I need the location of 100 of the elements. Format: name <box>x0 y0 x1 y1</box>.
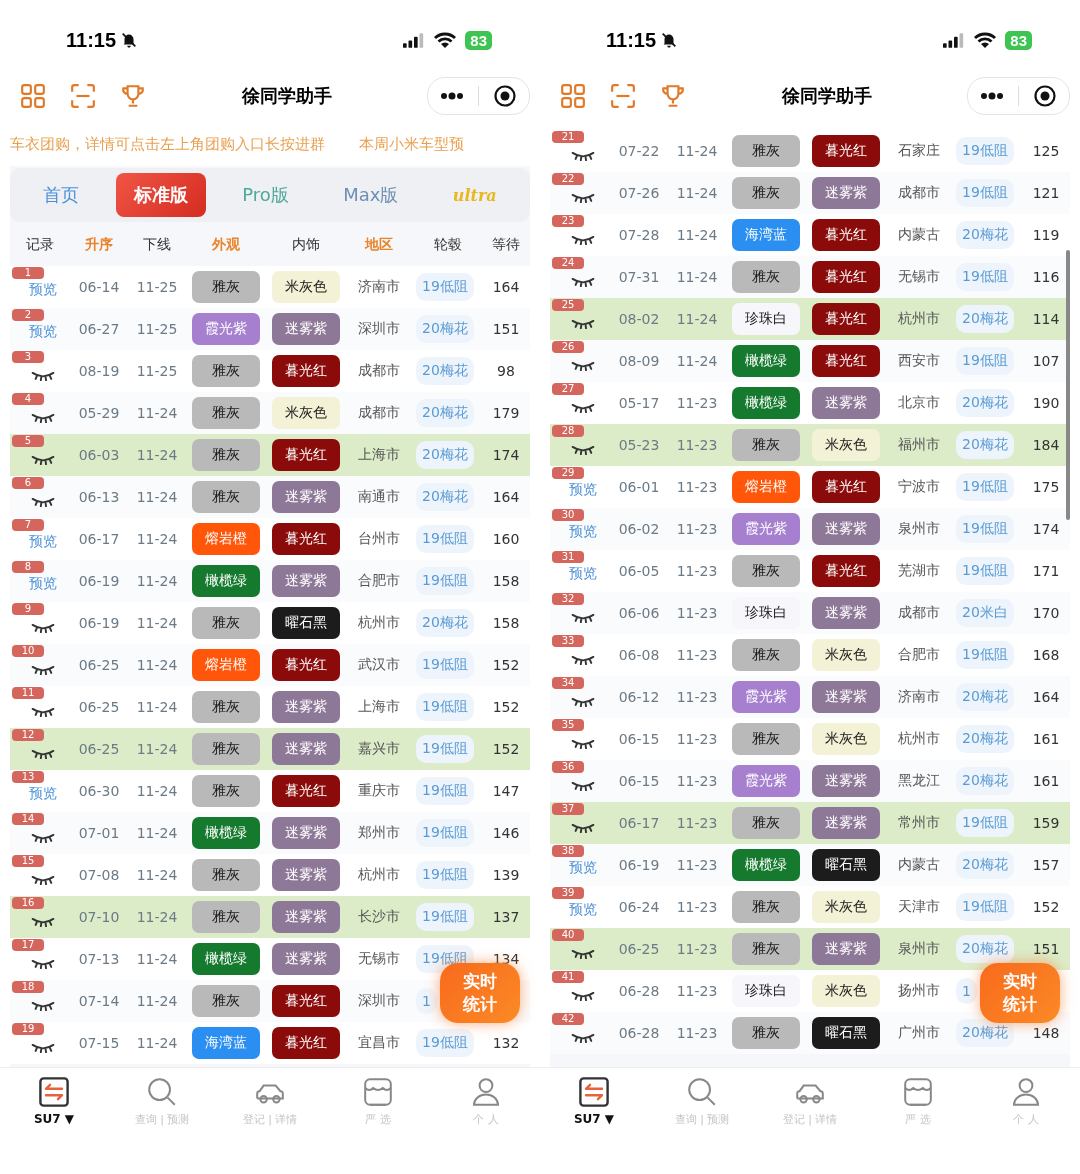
table-row[interactable]: 40 06-25 11-23 雅灰 迷雾紫 泉州市 20梅花 151 <box>550 928 1070 970</box>
closed-eye-icon[interactable] <box>30 958 56 969</box>
color-tag: 熔岩橙 <box>192 523 260 555</box>
table-row[interactable]: 35 06-15 11-23 雅灰 米灰色 杭州市 20梅花 161 <box>550 718 1070 760</box>
row-number: 8 <box>12 561 44 573</box>
color-tag: 暮光红 <box>272 523 340 555</box>
closed-eye-icon[interactable] <box>30 454 56 465</box>
table-row[interactable]: 37 06-17 11-23 雅灰 迷雾紫 常州市 19低阻 159 <box>550 802 1070 844</box>
table-row[interactable]: 15 07-08 11-24 雅灰 迷雾紫 杭州市 19低阻 139 <box>10 854 530 896</box>
table-row[interactable]: 3 08-19 11-25 雅灰 暮光红 成都市 20梅花 98 <box>10 350 530 392</box>
table-row[interactable]: 10 06-25 11-24 熔岩橙 暮光红 武汉市 19低阻 152 <box>10 644 530 686</box>
closed-eye-icon[interactable] <box>570 780 596 791</box>
closed-eye-icon[interactable] <box>30 1000 56 1011</box>
nav-item[interactable]: SU7 ▼ <box>540 1068 648 1174</box>
table-row[interactable]: 5 06-03 11-24 雅灰 暮光红 上海市 20梅花 174 <box>10 434 530 476</box>
table-cell-text: 11-24 <box>135 573 179 589</box>
closed-eye-icon[interactable] <box>570 150 596 161</box>
color-tag: 雅灰 <box>192 775 260 807</box>
more-icon[interactable] <box>440 92 464 100</box>
preview-link[interactable]: 预览 <box>29 785 57 803</box>
closed-eye-icon[interactable] <box>570 318 596 329</box>
preview-link[interactable]: 预览 <box>29 281 57 299</box>
column-header: 下线 <box>142 236 172 254</box>
closed-eye-icon[interactable] <box>30 664 56 675</box>
table-row[interactable]: 14 07-01 11-24 橄榄绿 迷雾紫 郑州市 19低阻 146 <box>10 812 530 854</box>
scan-icon[interactable] <box>610 83 636 109</box>
row-number: 3 <box>12 351 44 363</box>
table-row[interactable]: 7 预览 06-17 11-24 熔岩橙 暮光红 台州市 19低阻 160 <box>10 518 530 560</box>
table-cell-text: 06-28 <box>617 983 661 999</box>
closed-eye-icon[interactable] <box>30 706 56 717</box>
table-row[interactable]: 22 07-26 11-24 雅灰 迷雾紫 成都市 19低阻 121 <box>550 172 1070 214</box>
closed-eye-icon[interactable] <box>30 622 56 633</box>
grid-icon[interactable] <box>20 83 46 109</box>
closed-eye-icon[interactable] <box>30 874 56 885</box>
closed-eye-icon[interactable] <box>30 748 56 759</box>
table-row[interactable]: 23 07-28 11-24 海湾蓝 暮光红 内蒙古 20梅花 119 <box>550 214 1070 256</box>
table-row[interactable]: 32 06-06 11-23 珍珠白 迷雾紫 成都市 20米白 170 <box>550 592 1070 634</box>
trophy-icon[interactable] <box>660 83 686 109</box>
closed-eye-icon[interactable] <box>30 832 56 843</box>
closed-eye-icon[interactable] <box>570 402 596 413</box>
table-cell-text: 11-24 <box>135 825 179 841</box>
table-row[interactable]: 1 预览 06-14 11-25 雅灰 米灰色 济南市 19低阻 164 <box>10 266 530 308</box>
table-row[interactable]: 21 07-22 11-24 雅灰 暮光红 石家庄 19低阻 125 <box>550 130 1070 172</box>
scan-icon[interactable] <box>70 83 96 109</box>
wheel-tag: 19低阻 <box>956 473 1014 501</box>
table-cell-text: 11-24 <box>135 867 179 883</box>
table-cell-text: 重庆市 <box>357 782 401 800</box>
table-row[interactable]: 12 06-25 11-24 雅灰 迷雾紫 嘉兴市 19低阻 152 <box>10 728 530 770</box>
nav-item[interactable]: SU7 ▼ <box>0 1068 108 1174</box>
table-cell-text: 11-23 <box>675 731 719 747</box>
closed-eye-icon[interactable] <box>30 370 56 381</box>
table-cell-text: 132 <box>491 1035 521 1051</box>
closed-eye-icon[interactable] <box>570 696 596 707</box>
table-row[interactable]: 2 预览 06-27 11-25 霞光紫 迷雾紫 深圳市 20梅花 151 <box>10 308 530 350</box>
table-row[interactable]: 11 06-25 11-24 雅灰 迷雾紫 上海市 19低阻 152 <box>10 686 530 728</box>
color-tag: 熔岩橙 <box>732 471 800 503</box>
table-row[interactable]: 13 预览 06-30 11-24 雅灰 暮光红 重庆市 19低阻 147 <box>10 770 530 812</box>
trophy-icon[interactable] <box>120 83 146 109</box>
closed-eye-icon[interactable] <box>570 234 596 245</box>
table-cell-text: 08-09 <box>617 353 661 369</box>
table-cell-text: 11-23 <box>675 479 719 495</box>
table-row[interactable]: 42 06-28 11-23 雅灰 曜石黑 广州市 20梅花 148 <box>550 1012 1070 1054</box>
closed-eye-icon[interactable] <box>570 990 596 1001</box>
closed-eye-icon[interactable] <box>570 1032 596 1043</box>
closed-eye-icon[interactable] <box>570 612 596 623</box>
row-number: 22 <box>552 173 584 185</box>
preview-link[interactable]: 预览 <box>569 481 597 499</box>
closed-eye-icon[interactable] <box>30 496 56 507</box>
closed-eye-icon[interactable] <box>30 916 56 927</box>
tab[interactable]: 标准版 <box>115 173 206 217</box>
closed-eye-icon[interactable] <box>570 822 596 833</box>
table-row[interactable]: 34 06-12 11-23 霞光紫 迷雾紫 济南市 20梅花 164 <box>550 676 1070 718</box>
preview-link[interactable]: 预览 <box>29 533 57 551</box>
closed-eye-icon[interactable] <box>570 360 596 371</box>
closed-eye-icon[interactable] <box>570 654 596 665</box>
table-row[interactable]: 6 06-13 11-24 雅灰 迷雾紫 南通市 20梅花 164 <box>10 476 530 518</box>
table-row[interactable]: 4 05-29 11-24 雅灰 米灰色 成都市 20梅花 179 <box>10 392 530 434</box>
table-row[interactable]: 19 07-15 11-24 海湾蓝 暮光红 宜昌市 19低阻 132 <box>10 1022 530 1064</box>
grid-icon[interactable] <box>560 83 586 109</box>
closed-eye-icon[interactable] <box>570 444 596 455</box>
table-cell-text: 152 <box>1031 899 1061 915</box>
table-row[interactable]: 8 预览 06-19 11-24 橄榄绿 迷雾紫 合肥市 19低阻 158 <box>10 560 530 602</box>
table-row[interactable]: 33 06-08 11-23 雅灰 米灰色 合肥市 19低阻 168 <box>550 634 1070 676</box>
table-row[interactable]: 9 06-19 11-24 雅灰 曜石黑 杭州市 20梅花 158 <box>10 602 530 644</box>
closed-eye-icon[interactable] <box>30 1042 56 1053</box>
table-row[interactable]: 30 预览 06-02 11-23 霞光紫 迷雾紫 泉州市 19低阻 174 <box>550 508 1070 550</box>
closed-eye-icon[interactable] <box>570 276 596 287</box>
table-row[interactable]: 31 预览 06-05 11-23 雅灰 暮光红 芜湖市 19低阻 171 <box>550 550 1070 592</box>
more-icon[interactable] <box>980 92 1004 100</box>
closed-eye-icon[interactable] <box>30 412 56 423</box>
preview-link[interactable]: 预览 <box>569 565 597 583</box>
table-row[interactable]: 39 预览 06-24 11-23 雅灰 米灰色 天津市 19低阻 152 <box>550 886 1070 928</box>
preview-link[interactable]: 预览 <box>569 901 597 919</box>
table-row[interactable]: 38 预览 06-19 11-23 橄榄绿 曜石黑 内蒙古 20梅花 157 <box>550 844 1070 886</box>
table-row[interactable]: 36 06-15 11-23 霞光紫 迷雾紫 黑龙江 20梅花 161 <box>550 760 1070 802</box>
scrollbar[interactable] <box>1066 250 1070 520</box>
closed-eye-icon[interactable] <box>570 948 596 959</box>
closed-eye-icon[interactable] <box>570 738 596 749</box>
closed-eye-icon[interactable] <box>570 192 596 203</box>
table-row[interactable]: 16 07-10 11-24 雅灰 迷雾紫 长沙市 19低阻 137 <box>10 896 530 938</box>
